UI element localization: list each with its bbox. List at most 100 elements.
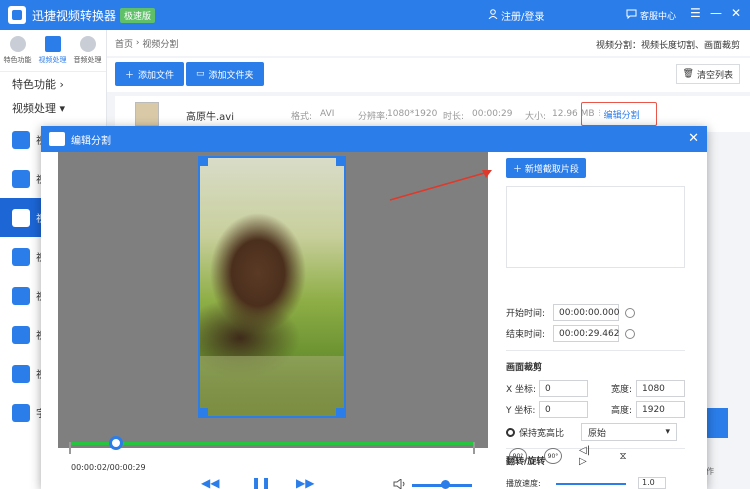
width-label: 宽度: xyxy=(610,385,632,395)
speed-input[interactable]: 1.0 xyxy=(638,477,666,489)
keep-ratio-radio[interactable] xyxy=(506,427,515,437)
add-file-button[interactable]: ＋ 添加文件 xyxy=(115,62,185,86)
volume-icon[interactable] xyxy=(393,478,411,489)
close-window-icon[interactable]: ✕ xyxy=(731,6,741,20)
divider xyxy=(506,350,685,351)
video-foreground xyxy=(200,356,344,416)
video-merge-icon xyxy=(12,247,30,266)
add-folder-button[interactable]: ▭ 添加文件夹 xyxy=(186,62,264,86)
sidebar-group-feature[interactable]: 特色功能 › xyxy=(0,72,106,96)
add-file-label: 添加文件 xyxy=(138,70,175,81)
keep-ratio-label: 保持宽高比 xyxy=(519,428,565,439)
dialog-header: 编辑分割 ✕ xyxy=(41,126,707,152)
menu-icon[interactable]: ☰ xyxy=(690,6,701,20)
service-center-link[interactable]: 客服中心 xyxy=(626,9,676,22)
breadcrumb: 首页 › 视频分割 视频分割：视频长度切割、画面裁剪 xyxy=(107,30,750,56)
crop-handle-tl[interactable] xyxy=(200,158,208,166)
ratio-select[interactable]: 原始 ▾ xyxy=(581,423,677,441)
volume-knob[interactable] xyxy=(441,480,450,489)
chevron-down-icon: ▾ xyxy=(665,427,670,437)
clear-list-label: 清空列表 xyxy=(696,70,733,81)
play-icon xyxy=(12,364,30,383)
video-frame[interactable] xyxy=(198,156,346,418)
timeline-start-handle[interactable] xyxy=(69,442,71,454)
person-icon xyxy=(12,169,30,188)
rotate-left-icon[interactable]: 90° xyxy=(509,448,527,464)
reset-end-icon[interactable] xyxy=(625,328,635,339)
x-input[interactable]: 0 xyxy=(539,380,588,397)
height-label: 高度: xyxy=(610,406,632,416)
login-link[interactable]: 注册/登录 xyxy=(488,8,544,23)
edit-split-button[interactable]: ⫶ 编辑分割 xyxy=(581,102,657,126)
file-thumbnail xyxy=(135,102,159,126)
aspect-row: 保持宽高比 原始 ▾ xyxy=(506,423,677,441)
reset-start-icon[interactable] xyxy=(625,307,635,318)
tab-video[interactable]: 视频处理 xyxy=(35,30,70,71)
timeline-end-handle[interactable] xyxy=(473,442,475,454)
speed-label: 播放速度: xyxy=(506,479,541,488)
breadcrumb-home[interactable]: 首页 xyxy=(115,37,133,50)
crop-handle-br[interactable] xyxy=(336,408,344,416)
x-label: X 坐标: xyxy=(506,385,537,395)
y-label: Y 坐标: xyxy=(506,406,536,416)
chat-icon xyxy=(626,9,637,22)
edition-badge: 极速版 xyxy=(120,7,156,23)
timeline-bar[interactable] xyxy=(69,442,475,454)
tab-audio[interactable]: 音频处理 xyxy=(70,30,105,71)
tab-feature-label: 特色功能 xyxy=(3,56,32,64)
plus-icon: ＋ xyxy=(513,164,525,175)
end-time-input[interactable]: 00:00:29.462 xyxy=(553,325,619,342)
timecode: 00:00:02/00:00:29 xyxy=(71,463,146,472)
tab-audio-label: 音频处理 xyxy=(73,56,102,64)
app-title: 迅捷视频转换器 xyxy=(32,8,117,23)
tab-feature[interactable]: 特色功能 xyxy=(0,30,35,71)
star-icon xyxy=(9,36,26,52)
trash-icon: 🗑 xyxy=(682,69,694,79)
folder-icon: ▭ xyxy=(196,69,205,79)
group-video-label: 视频处理 xyxy=(12,102,56,115)
add-folder-label: 添加文件夹 xyxy=(208,70,254,81)
minimize-icon[interactable]: — xyxy=(710,6,722,20)
sidebar-group-video[interactable]: 视频处理 ▾ xyxy=(0,96,106,120)
start-button-partial[interactable] xyxy=(706,408,728,438)
y-input[interactable]: 0 xyxy=(539,401,588,418)
rotate-right-icon[interactable]: 90° xyxy=(544,448,562,464)
app-logo-icon xyxy=(8,6,26,24)
pause-icon[interactable]: ❚❚ xyxy=(251,476,271,489)
page-description: 视频分割：视频长度切割、画面裁剪 xyxy=(595,41,740,51)
crop-handle-tr[interactable] xyxy=(336,158,344,166)
duration-value: 00:00:29 xyxy=(472,109,513,119)
start-time-input[interactable]: 00:00:00.000 xyxy=(553,304,619,321)
crop-row-1: X 坐标: 0 宽度: 1080 xyxy=(506,380,685,397)
flip-vertical-icon[interactable]: ⧖ xyxy=(614,448,632,464)
star-icon xyxy=(12,403,30,422)
flip-horizontal-icon[interactable]: ◁|▷ xyxy=(579,445,597,467)
peek-label: 作 xyxy=(706,467,714,476)
add-segment-button[interactable]: ＋ 新增截取片段 xyxy=(506,158,586,178)
duration-label: 时长: xyxy=(443,112,465,122)
format-value: AVI xyxy=(320,109,335,119)
camera-icon xyxy=(49,132,65,146)
clear-list-button[interactable]: 🗑 清空列表 xyxy=(675,64,740,84)
segment-list xyxy=(506,186,685,268)
dialog-close-icon[interactable]: ✕ xyxy=(688,131,699,146)
top-category-tabs: 特色功能 视频处理 音频处理 xyxy=(0,30,106,72)
width-input[interactable]: 1080 xyxy=(636,380,685,397)
forward-icon[interactable]: ▶▶ xyxy=(296,476,314,489)
video-split-icon xyxy=(12,208,30,227)
crop-handle-bl[interactable] xyxy=(200,408,208,416)
audio-icon xyxy=(79,36,96,52)
timeline-playhead[interactable] xyxy=(109,436,123,450)
service-label: 客服中心 xyxy=(640,12,677,22)
start-time-label: 开始时间: xyxy=(506,309,546,319)
ratio-value: 原始 xyxy=(588,428,607,439)
plus-icon: ＋ xyxy=(125,70,135,81)
title-bar: 迅捷视频转换器 极速版 注册/登录 客服中心 ☰ — ✕ xyxy=(0,0,750,30)
rewind-icon[interactable]: ◀◀ xyxy=(201,476,219,489)
gif-icon xyxy=(12,286,30,305)
speed-slider[interactable] xyxy=(556,483,626,485)
edit-split-label: 编辑分割 xyxy=(603,110,640,121)
height-input[interactable]: 1920 xyxy=(636,401,685,418)
toolbar: ＋ 添加文件 ▭ 添加文件夹 🗑 清空列表 xyxy=(107,58,750,92)
add-segment-label: 新增截取片段 xyxy=(524,164,579,175)
